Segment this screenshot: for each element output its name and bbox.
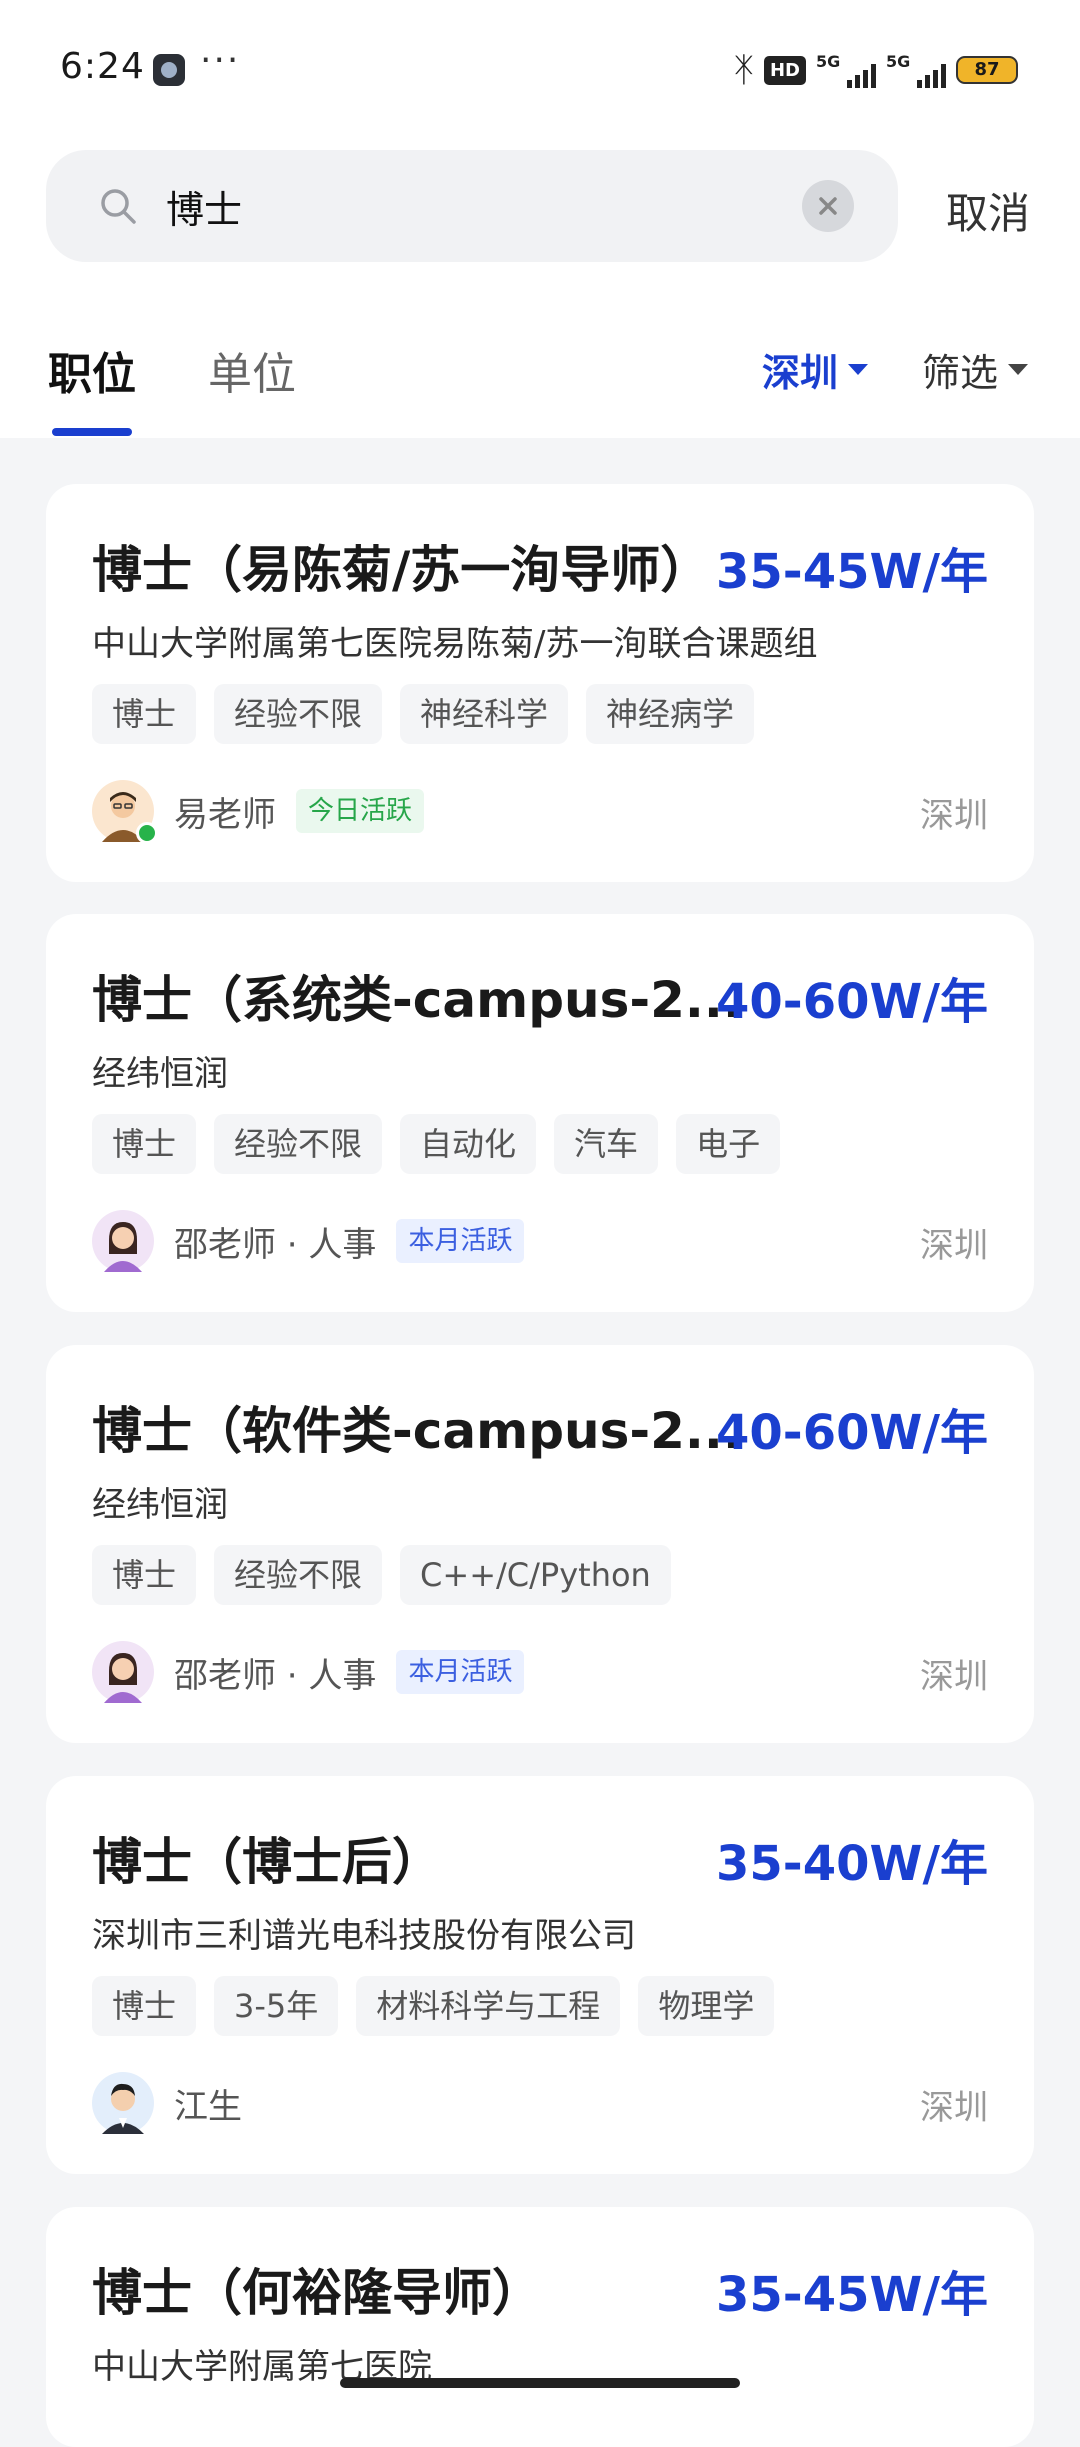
company-name: 经纬恒润 (92, 1485, 228, 1525)
job-title: 博士（何裕隆导师） (92, 2264, 542, 2322)
job-tag: C++/C/Python (400, 1545, 671, 1605)
job-tag: 自动化 (400, 1114, 537, 1174)
avatar (92, 2072, 154, 2134)
battery-icon: 87 (956, 56, 1018, 84)
app-notification-icon (153, 54, 185, 86)
job-tags: 博士 经验不限 自动化 汽车 电子 (92, 1114, 781, 1174)
job-tag: 汽车 (554, 1114, 659, 1174)
job-card[interactable]: 博士（博士后） 35-40W/年 深圳市三利谱光电科技股份有限公司 博士 3-5… (46, 1776, 1034, 2174)
city-filter-label: 深圳 (762, 351, 839, 395)
job-salary: 40-60W/年 (716, 974, 988, 1030)
search-bar[interactable] (46, 150, 898, 262)
job-tag: 3-5年 (214, 1976, 339, 2036)
search-icon (101, 189, 136, 224)
avatar (92, 780, 158, 844)
activity-badge: 今日活跃 (296, 789, 425, 833)
job-tag: 博士 (92, 1545, 197, 1605)
recruiter-info: 易老师 今日活跃 (92, 780, 425, 844)
city-filter-dropdown[interactable]: 深圳 (762, 342, 869, 397)
online-status-dot (136, 822, 158, 844)
avatar (92, 1641, 154, 1703)
job-tags: 博士 经验不限 C++/C/Python (92, 1545, 671, 1605)
job-tag: 物理学 (638, 1976, 775, 2036)
recruiter-info: 邵老师 · 人事 本月活跃 (92, 1210, 525, 1272)
job-card[interactable]: 博士（软件类-campus-2... 40-60W/年 经纬恒润 博士 经验不限… (46, 1345, 1034, 1743)
recruiter-info: 江生 (92, 2072, 242, 2134)
job-tag: 神经病学 (586, 684, 755, 744)
job-salary: 40-60W/年 (716, 1405, 988, 1461)
bluetooth-icon: ᛡ (733, 50, 754, 90)
filter-label: 筛选 (922, 351, 999, 395)
activity-badge: 本月活跃 (396, 1650, 525, 1694)
job-location: 深圳 (920, 1657, 988, 1697)
company-name: 经纬恒润 (92, 1054, 228, 1094)
job-salary: 35-45W/年 (716, 2267, 988, 2323)
activity-badge: 本月活跃 (396, 1219, 525, 1263)
company-name: 深圳市三利谱光电科技股份有限公司 (92, 1916, 636, 1956)
tab-units[interactable]: 单位 (208, 338, 296, 402)
job-tag: 电子 (676, 1114, 781, 1174)
recruiter-name: 邵老师 · 人事 (174, 1224, 377, 1265)
home-indicator[interactable] (340, 2378, 740, 2388)
job-tag: 博士 (92, 684, 197, 744)
job-tag: 经验不限 (214, 684, 383, 744)
clear-search-button[interactable] (802, 180, 854, 232)
chevron-down-icon (848, 364, 869, 375)
recruiter-name: 邵老师 · 人事 (174, 1655, 377, 1696)
filter-dropdown[interactable]: 筛选 (922, 342, 1029, 397)
close-icon (819, 197, 837, 215)
recruiter-info: 邵老师 · 人事 本月活跃 (92, 1641, 525, 1703)
job-salary: 35-45W/年 (716, 544, 988, 600)
job-title: 博士（博士后） (92, 1833, 442, 1891)
recruiter-name: 易老师 (174, 794, 276, 835)
job-title: 博士（系统类-campus-2... (92, 971, 742, 1029)
search-input[interactable] (166, 172, 806, 240)
signal-icon-2: 5G (886, 52, 946, 88)
job-card[interactable]: 博士（何裕隆导师） 35-45W/年 中山大学附属第七医院 (46, 2207, 1034, 2447)
recruiter-name: 江生 (174, 2086, 242, 2127)
job-location: 深圳 (920, 2088, 988, 2128)
job-tag: 博士 (92, 1114, 197, 1174)
job-tag: 经验不限 (214, 1114, 383, 1174)
hd-voice-icon: HD (763, 55, 806, 85)
active-tab-indicator (52, 428, 132, 436)
more-notifications-icon: ··· (200, 40, 241, 81)
job-salary: 35-40W/年 (716, 1836, 988, 1892)
header-area: 6:24 ··· ᛡ HD 5G 5G 87 博士 取消 职位 单位 深圳 筛选 (0, 0, 1080, 438)
job-title: 博士（软件类-campus-2... (92, 1402, 742, 1460)
job-location: 深圳 (920, 1226, 988, 1266)
job-card[interactable]: 博士（系统类-campus-2... 40-60W/年 经纬恒润 博士 经验不限… (46, 914, 1034, 1312)
job-tag: 经验不限 (214, 1545, 383, 1605)
signal-icon-1: 5G (816, 52, 876, 88)
job-tag: 材料科学与工程 (356, 1976, 621, 2036)
job-card[interactable]: 博士（易陈菊/苏一洵导师） 35-45W/年 中山大学附属第七医院易陈菊/苏一洵… (46, 484, 1034, 882)
job-location: 深圳 (920, 796, 988, 836)
job-title: 博士（易陈菊/苏一洵导师） (92, 541, 711, 599)
avatar (92, 1210, 154, 1272)
job-tags: 博士 3-5年 材料科学与工程 物理学 (92, 1976, 775, 2036)
job-tag: 博士 (92, 1976, 197, 2036)
status-icons: ᛡ HD 5G 5G 87 (734, 50, 1018, 90)
job-tag: 神经科学 (400, 684, 569, 744)
job-tags: 博士 经验不限 神经科学 神经病学 (92, 684, 755, 744)
status-time: 6:24 (60, 46, 145, 87)
status-bar: 6:24 ··· ᛡ HD 5G 5G 87 (0, 0, 1080, 130)
cancel-button[interactable]: 取消 (946, 180, 1030, 241)
chevron-down-icon (1008, 364, 1029, 375)
tab-jobs[interactable]: 职位 (48, 338, 136, 402)
company-name: 中山大学附属第七医院易陈菊/苏一洵联合课题组 (92, 624, 818, 664)
